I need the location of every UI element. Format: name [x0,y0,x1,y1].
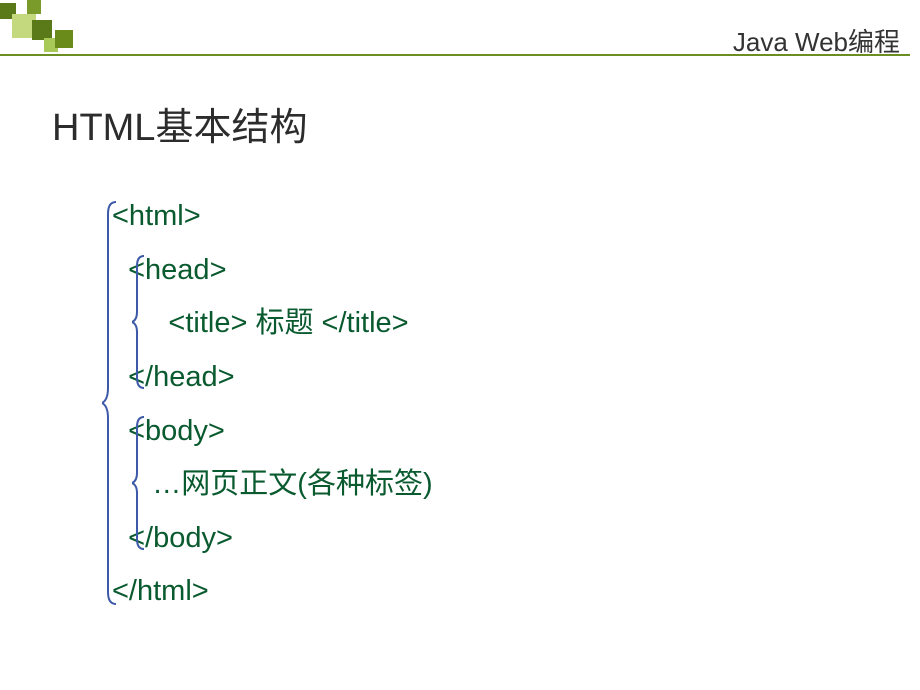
header-text: Java Web编程 [733,22,900,59]
code-line-1: <html> [112,190,433,244]
code-line-8: </html> [112,565,433,619]
bracket-outer [102,198,120,608]
code-block: <html> <head> <title> 标题 </title> </head… [112,190,433,619]
code-line-3: <title> 标题 </title> [112,297,433,351]
code-line-4: </head> [112,351,433,405]
slide-title: HTML基本结构 [52,96,307,151]
code-line-5: <body> [112,405,433,459]
code-line-6: …网页正文(各种标签) [112,458,433,512]
bracket-body [132,413,148,553]
bracket-head [132,252,148,392]
decorative-squares [0,0,100,60]
code-line-2: <head> [112,244,433,298]
code-line-7: </body> [112,512,433,566]
